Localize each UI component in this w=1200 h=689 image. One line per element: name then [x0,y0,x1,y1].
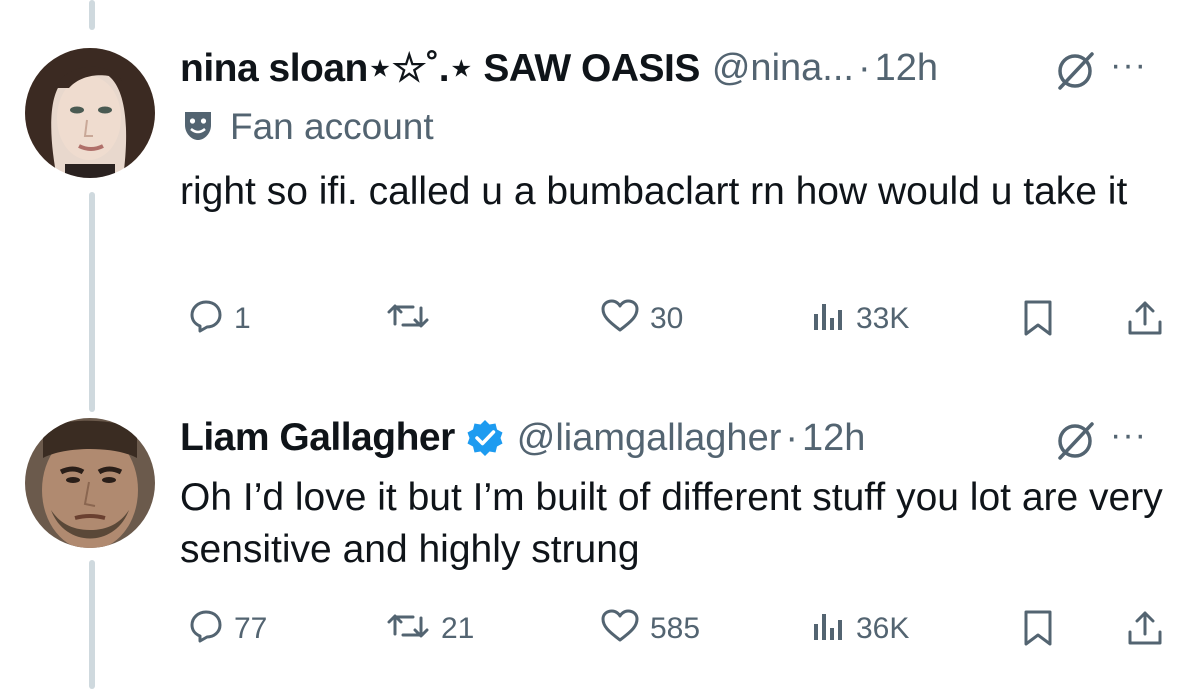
account-label-text: Fan account [230,106,434,147]
tweet-header: Liam Gallagher @liamgallagher · 12h [180,408,865,468]
like-count: 30 [650,301,684,335]
heart-icon [600,298,640,339]
heart-icon [600,608,640,649]
repost-icon [385,608,431,649]
views-chart-icon [810,608,846,649]
bookmark-icon [1020,608,1056,653]
display-name[interactable]: nina sloan⋆☆˚.⋆ SAW OASIS [180,46,700,91]
timestamp[interactable]: 12h [875,47,938,90]
more-options-icon[interactable]: ··· [1110,46,1147,85]
tweet-2[interactable]: Liam Gallagher @liamgallagher · 12h ··· … [0,408,1200,689]
fan-account-label: Fan account [180,106,434,148]
tweet-actions: 1 30 33K [180,298,1180,348]
reply-count: 77 [234,611,268,645]
avatar-nina-sloan[interactable] [25,48,155,178]
tweet-header: nina sloan⋆☆˚.⋆ SAW OASIS @nina... · 12h [180,38,938,98]
tweet-text: right so ifi. called u a bumbaclart rn h… [180,170,1128,213]
like-button[interactable]: 585 [600,608,700,649]
verified-badge-icon[interactable] [465,418,505,458]
repost-icon [385,298,431,339]
thread-line-top [89,0,95,30]
views-chart-icon [810,298,846,339]
bookmark-button[interactable] [1020,608,1056,653]
more-options-icon[interactable]: ··· [1110,416,1147,455]
reply-icon [188,608,224,649]
grok-icon[interactable] [1052,418,1098,469]
tweet-1[interactable]: nina sloan⋆☆˚.⋆ SAW OASIS @nina... · 12h… [0,38,1200,378]
display-name[interactable]: Liam Gallagher [180,416,455,460]
repost-button[interactable]: 21 [385,608,474,649]
views-button[interactable]: 36K [810,608,909,649]
repost-button[interactable] [385,298,441,339]
separator-dot: · [785,416,799,459]
timestamp[interactable]: 12h [802,417,865,460]
reply-button[interactable]: 1 [188,298,251,339]
like-count: 585 [650,611,701,645]
avatar-liam-gallagher[interactable] [25,418,155,548]
user-handle[interactable]: @liamgallagher [517,417,782,460]
bookmark-icon [1020,298,1056,343]
share-button[interactable] [1125,608,1165,653]
reply-count: 1 [234,301,251,335]
reply-button[interactable]: 77 [188,608,267,649]
repost-count: 21 [441,611,475,645]
view-count: 36K [856,611,910,645]
views-button[interactable]: 33K [810,298,909,339]
theater-mask-icon [180,107,216,148]
share-icon [1125,608,1165,653]
tweet-actions: 77 21 585 36K [180,608,1180,658]
view-count: 33K [856,301,910,335]
grok-icon[interactable] [1052,48,1098,99]
bookmark-button[interactable] [1020,298,1056,343]
tweet-text: Oh I’d love it but I’m built of differen… [180,476,1163,571]
reply-icon [188,298,224,339]
user-handle[interactable]: @nina... [712,47,854,90]
share-icon [1125,298,1165,343]
separator-dot: · [857,46,871,89]
like-button[interactable]: 30 [600,298,683,339]
share-button[interactable] [1125,298,1165,343]
